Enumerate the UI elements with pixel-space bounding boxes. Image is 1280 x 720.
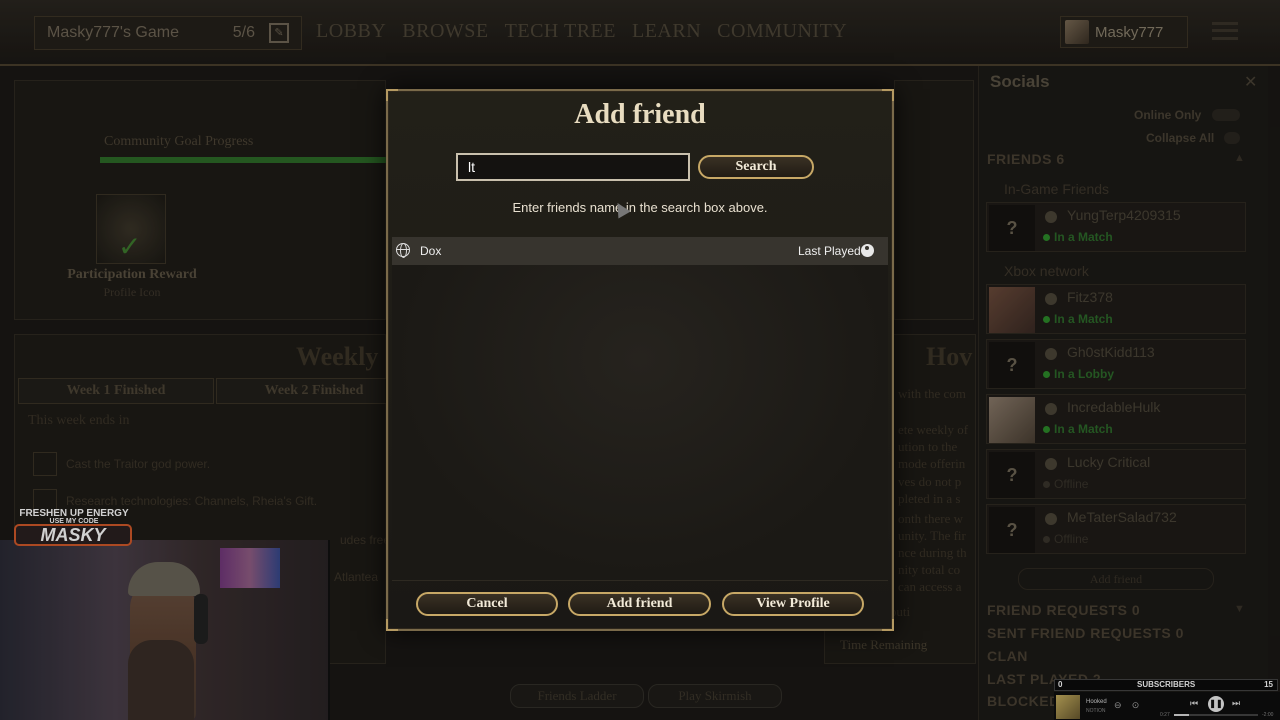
- view-profile-button[interactable]: View Profile: [722, 592, 864, 616]
- dialog-title: Add friend: [574, 99, 706, 130]
- last-played-column-header[interactable]: Last Played: [798, 244, 861, 258]
- cancel-button[interactable]: Cancel: [416, 592, 558, 616]
- frame-corner: [386, 619, 398, 631]
- search-input[interactable]: [456, 153, 690, 181]
- search-hint: Enter friends name in the search box abo…: [512, 200, 768, 215]
- name-column-header[interactable]: Dox: [420, 244, 441, 258]
- user-icon: [861, 244, 874, 257]
- add-friend-confirm-button[interactable]: Add friend: [568, 592, 711, 616]
- divider: [392, 580, 888, 581]
- frame-corner: [882, 619, 894, 631]
- search-button[interactable]: Search: [698, 155, 814, 179]
- globe-icon: [396, 243, 410, 258]
- results-list[interactable]: [392, 265, 888, 577]
